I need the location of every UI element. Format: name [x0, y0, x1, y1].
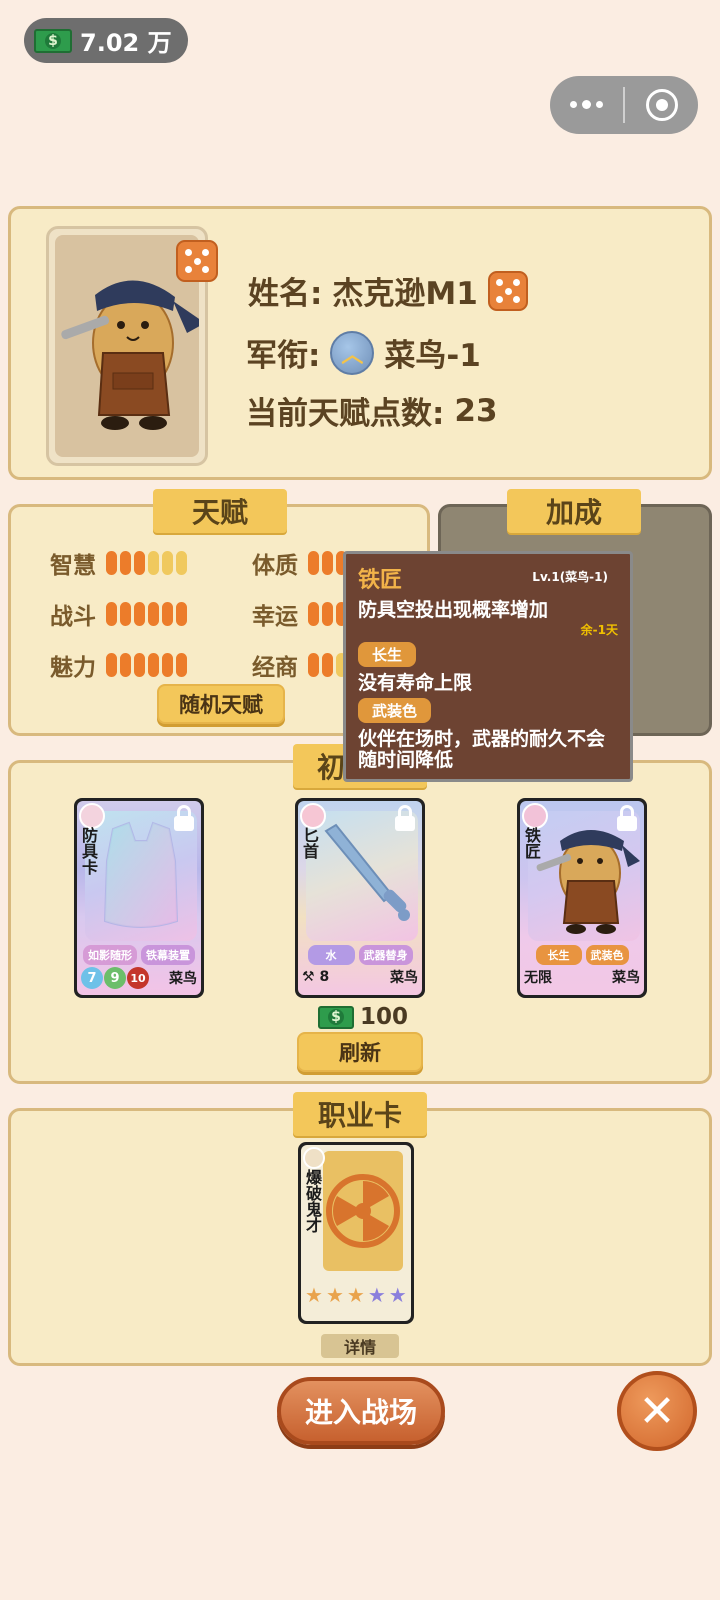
- initial-title-text: 初: [317, 751, 346, 784]
- stat-pips: [106, 551, 187, 575]
- price-value: 100: [360, 1004, 409, 1030]
- card-tag: 水: [307, 945, 355, 965]
- stat-wisdom: 智慧: [50, 546, 187, 580]
- blacksmith-card[interactable]: 铁匠 长生 武装色 无限 菜鸟: [517, 798, 647, 998]
- durability: ⚒ 8: [302, 969, 329, 985]
- job-type-icon: [303, 1147, 325, 1169]
- star-icon: ★: [346, 1283, 365, 1307]
- stat-label: 智慧: [50, 553, 96, 579]
- card-rank: 菜鸟: [169, 971, 197, 987]
- durability-value: 8: [319, 969, 330, 985]
- card-rank: 菜鸟: [612, 970, 640, 986]
- close-button[interactable]: ✕: [617, 1371, 697, 1451]
- name-label: 姓名:: [248, 276, 323, 312]
- lifespan: 无限: [524, 970, 552, 986]
- card-name: 铁匠: [522, 827, 541, 859]
- cash-icon: [34, 28, 72, 53]
- radiation-wheel-icon: [326, 1174, 400, 1248]
- star-icon: ★: [305, 1283, 323, 1307]
- refresh-button[interactable]: 刷新: [297, 1032, 423, 1072]
- money-amount: 7.02 万: [80, 29, 172, 57]
- talent-title: 天赋: [153, 489, 287, 533]
- star-icon: ★: [325, 1283, 344, 1307]
- cash-icon: [318, 1005, 354, 1029]
- stat-label: 战斗: [50, 604, 96, 630]
- stat-pips: [106, 653, 187, 677]
- unlock-icon[interactable]: [173, 805, 195, 831]
- refresh-price: 100: [318, 1004, 408, 1030]
- crosshair-icon: [300, 803, 326, 829]
- card-tag: 武器替身: [358, 945, 413, 965]
- card-art: [323, 1151, 403, 1271]
- armor-values: 7 9 10: [81, 967, 150, 989]
- stat-charm: 魅力: [50, 648, 187, 682]
- armor-type-icon: [79, 803, 105, 829]
- stat-pips: [106, 602, 187, 626]
- dagger-card[interactable]: 匕首 水 武器替身 ⚒ 8 菜鸟: [295, 798, 425, 998]
- value-blue: 7: [81, 967, 103, 989]
- card-tag: 铁幕装置: [141, 945, 195, 965]
- tooltip-remaining: 余-1天: [580, 623, 618, 637]
- companion-tooltip: 铁匠 Lv.1(菜鸟-1) 防具空投出现概率增加 余-1天 长生 没有寿命上限 …: [343, 551, 633, 782]
- tooltip-desc: 防具空投出现概率增加: [358, 599, 549, 621]
- stat-label: 经商: [252, 655, 298, 681]
- rank-line: 军衔: ︿ 菜鸟-1: [246, 330, 481, 375]
- unlock-icon[interactable]: [394, 805, 416, 831]
- name-line: 姓名: 杰克逊M1: [248, 268, 528, 313]
- tooltip-trait-tag: 武装色: [358, 698, 432, 723]
- star-rating: ★ ★ ★ ★ ★: [305, 1285, 407, 1305]
- star-icon: ★: [388, 1283, 407, 1307]
- rank-label: 军衔:: [246, 338, 321, 374]
- talent-points-value: 23: [454, 392, 498, 429]
- stat-label: 魅力: [50, 655, 96, 681]
- rank-value: 菜鸟-1: [384, 338, 481, 374]
- tooltip-trait-tag: 长生: [358, 642, 417, 667]
- job-card[interactable]: 爆破鬼才 ★ ★ ★ ★ ★: [298, 1142, 414, 1324]
- talent-points-line: 当前天赋点数: 23: [246, 388, 498, 433]
- randomize-portrait-dice-icon[interactable]: [176, 240, 218, 282]
- money-display: 7.02 万: [24, 18, 188, 63]
- tooltip-trait-desc: 没有寿命上限: [358, 672, 473, 694]
- stat-label: 幸运: [252, 604, 298, 630]
- target-icon: [645, 89, 678, 121]
- durability-icon: ⚒: [302, 969, 315, 985]
- value-green: 9: [104, 967, 126, 989]
- stat-combat: 战斗: [50, 597, 187, 631]
- card-name: 防具卡: [79, 827, 98, 875]
- star-icon: ★: [367, 1283, 386, 1307]
- card-name: 匕首: [300, 827, 319, 859]
- armor-card[interactable]: 防具卡 如影随形 铁幕装置 7 9 10 菜鸟: [74, 798, 204, 998]
- bonus-title: 加成: [507, 489, 641, 533]
- more-options-icon[interactable]: [550, 100, 623, 109]
- card-name: 爆破鬼才: [303, 1169, 322, 1233]
- job-title: 职业卡: [293, 1092, 427, 1136]
- close-program-button[interactable]: [625, 89, 698, 121]
- tooltip-level: Lv.1(菜鸟-1): [532, 570, 608, 584]
- unlock-icon[interactable]: [616, 805, 638, 831]
- talent-points-label: 当前天赋点数:: [246, 396, 445, 432]
- value-red: 10: [127, 967, 149, 989]
- card-tag: 长生: [535, 945, 582, 965]
- card-tag: 如影随形: [83, 945, 137, 965]
- randomize-name-dice-icon[interactable]: [487, 270, 528, 311]
- character-name: 杰克逊M1: [332, 276, 478, 312]
- close-icon: ✕: [638, 1385, 676, 1437]
- detail-button[interactable]: 详情: [321, 1334, 399, 1358]
- stat-label: 体质: [252, 553, 298, 579]
- person-icon: [522, 803, 548, 829]
- mini-program-capsule: [550, 76, 698, 134]
- card-rank: 菜鸟: [390, 970, 418, 986]
- tooltip-trait-desc: 伙伴在场时，武器的耐久不会随时间降低: [358, 728, 606, 771]
- rank-badge-icon: ︿: [330, 330, 375, 375]
- enter-battle-button[interactable]: 进入战场: [277, 1377, 445, 1445]
- card-tag: 武装色: [585, 945, 629, 965]
- random-talent-button[interactable]: 随机天赋: [157, 684, 285, 724]
